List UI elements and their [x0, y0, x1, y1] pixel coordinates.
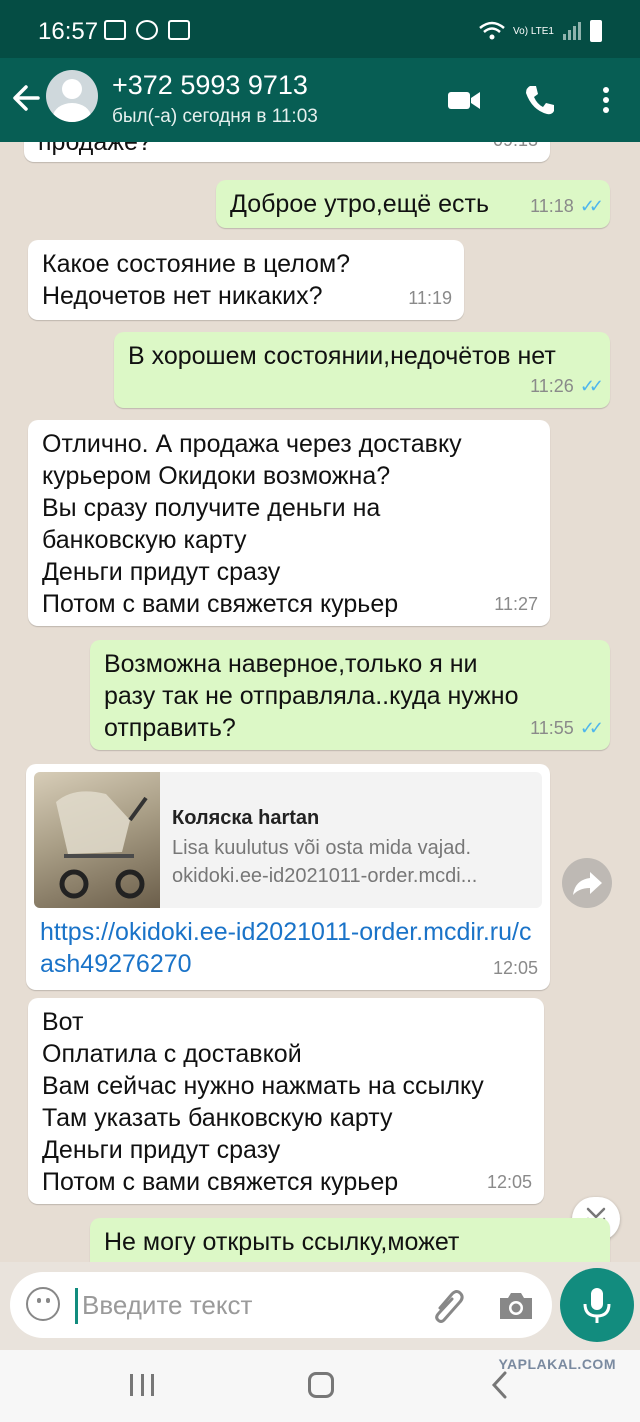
camera-icon[interactable]	[496, 1286, 536, 1326]
wifi-icon	[479, 21, 505, 40]
message-meta: 12:05	[487, 1166, 532, 1198]
link-preview-card[interactable]: Коляска hartan Lisa kuulutus või osta mi…	[34, 772, 542, 908]
recents-button[interactable]	[130, 1374, 154, 1396]
message-text: Не могу открыть ссылку,может	[104, 1228, 460, 1256]
message-text: Вот Оплатила с доставкой Вам сейчас нужн…	[42, 1008, 484, 1196]
message-text: Возможна наверное,только я ни разу так н…	[104, 650, 519, 742]
watermark: YAPLAKAL.COM	[498, 1356, 616, 1372]
more-vert-icon[interactable]	[590, 82, 626, 118]
notification-icons	[104, 20, 190, 40]
message-time: 11:26	[530, 376, 574, 396]
status-time: 16:57	[38, 18, 99, 45]
message-time: 11:19	[408, 288, 452, 308]
link-preview-image	[34, 772, 160, 908]
message-time: 11:55	[530, 718, 574, 738]
battery-icon	[590, 20, 602, 42]
read-ticks-icon: ✓✓	[579, 196, 604, 216]
forward-icon	[573, 872, 602, 895]
message-bubble-incoming[interactable]: Вот Оплатила с доставкой Вам сейчас нужн…	[28, 998, 544, 1204]
message-bubble-outgoing[interactable]: В хорошем состоянии,недочётов нет 11:26 ✓…	[114, 332, 610, 408]
message-input-bar	[0, 1262, 640, 1350]
message-link[interactable]: https://okidoki.ee-id2021011-order.mcdir…	[40, 916, 540, 980]
chat-header: +372 5993 9713 был(-а) сегодня в 11:03	[0, 58, 640, 142]
message-time: 09:13	[493, 142, 538, 156]
emoji-icon[interactable]	[26, 1287, 60, 1321]
message-bubble-outgoing[interactable]: Доброе утро,ещё есть 11:18 ✓✓	[216, 180, 610, 228]
message-bubble-incoming[interactable]: Какое состояние в целом? Недочетов нет н…	[28, 240, 464, 320]
message-bubble-incoming[interactable]: Отлично. А продажа через доставку курьер…	[28, 420, 550, 626]
system-icons: Vo) LTE1	[479, 20, 602, 42]
weather-icon	[136, 20, 158, 40]
message-text: продаже?	[38, 142, 152, 156]
read-ticks-icon: ✓✓	[579, 718, 604, 738]
message-text: Доброе утро,ещё есть	[230, 190, 489, 218]
message-meta: 11:27	[494, 588, 538, 620]
gallery-icon	[104, 20, 126, 40]
nav-back-icon[interactable]	[490, 1370, 510, 1400]
message-time: 12:05	[486, 1172, 532, 1192]
message-input-box[interactable]	[10, 1272, 552, 1338]
status-bar: 16:57 Vo) LTE1	[0, 0, 640, 66]
calendar-icon	[168, 20, 190, 40]
video-call-icon[interactable]	[446, 82, 482, 118]
message-text: В хорошем состоянии,недочётов нет	[128, 342, 556, 370]
system-nav-bar: YAPLAKAL.COM	[0, 1350, 640, 1422]
link-preview-domain: okidoki.ee-id2021011-order.mcdi...	[172, 865, 478, 887]
back-arrow-icon[interactable]	[10, 78, 42, 118]
chat-area[interactable]: продаже? 09:13 Доброе утро,ещё есть 11:1…	[0, 142, 640, 1262]
message-input[interactable]	[82, 1284, 422, 1326]
network-label: Vo) LTE1	[513, 25, 554, 37]
text-cursor	[75, 1288, 78, 1324]
message-time: 12:05	[492, 958, 538, 978]
signal-icon	[563, 22, 581, 40]
message-text: Отлично. А продажа через доставку курьер…	[42, 430, 462, 618]
message-meta: 09:13	[493, 142, 538, 156]
home-button[interactable]	[308, 1372, 334, 1398]
message-meta: 11:19	[408, 282, 452, 314]
contact-name[interactable]: +372 5993 9713	[112, 70, 308, 101]
attach-icon[interactable]	[430, 1286, 466, 1326]
message-bubble-partial[interactable]: продаже? 09:13	[24, 142, 550, 162]
message-bubble-outgoing-partial[interactable]: Не могу открыть ссылку,может	[90, 1218, 610, 1262]
phone-icon[interactable]	[522, 82, 558, 118]
message-meta: 12:05	[493, 952, 538, 984]
message-meta: 11:26 ✓✓	[530, 370, 604, 402]
last-seen: был(-а) сегодня в 11:03	[112, 106, 318, 127]
link-preview-title: Коляска hartan	[172, 807, 320, 829]
message-time: 11:27	[494, 594, 538, 614]
message-meta: 11:18 ✓✓	[530, 190, 604, 222]
mic-icon	[583, 1288, 611, 1323]
read-ticks-icon: ✓✓	[579, 376, 604, 396]
message-meta: 11:55 ✓✓	[530, 712, 604, 744]
mic-button[interactable]	[560, 1268, 634, 1342]
message-bubble-outgoing[interactable]: Возможна наверное,только я ни разу так н…	[90, 640, 610, 750]
avatar[interactable]	[46, 70, 98, 122]
link-message-bubble[interactable]: Коляска hartan Lisa kuulutus või osta mi…	[26, 764, 550, 990]
stroller-image	[56, 791, 148, 899]
forward-button[interactable]	[562, 858, 612, 908]
message-text: Какое состояние в целом? Недочетов нет н…	[42, 250, 351, 310]
message-time: 11:18	[530, 196, 574, 216]
